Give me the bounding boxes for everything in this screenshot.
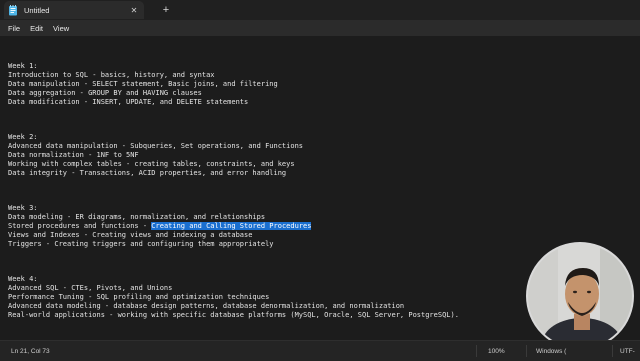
- encoding[interactable]: UTF-: [620, 348, 635, 355]
- editor-line[interactable]: Performance Tuning - SQL profiling and o…: [8, 293, 459, 302]
- editor-line[interactable]: Data integrity - Transactions, ACID prop…: [8, 169, 459, 178]
- editor-line[interactable]: [8, 249, 459, 258]
- line-ending[interactable]: Windows (: [536, 348, 566, 355]
- editor-line[interactable]: [8, 266, 459, 275]
- plus-icon[interactable]: +: [158, 2, 174, 18]
- editor-line[interactable]: [8, 195, 459, 204]
- tab-untitled[interactable]: Untitled ✕: [4, 1, 144, 19]
- editor-line[interactable]: [8, 115, 459, 124]
- editor-line[interactable]: Data modeling - ER diagrams, normalizati…: [8, 213, 459, 222]
- tab-title: Untitled: [24, 5, 50, 15]
- webcam-overlay: [526, 242, 634, 350]
- editor-line[interactable]: [8, 178, 459, 187]
- menu-file[interactable]: File: [3, 21, 25, 35]
- editor-line[interactable]: Advanced data manipulation - Subqueries,…: [8, 142, 459, 151]
- editor-line[interactable]: Views and Indexes - Creating views and i…: [8, 231, 459, 240]
- editor-line[interactable]: Advanced SQL - CTEs, Pivots, and Unions: [8, 284, 459, 293]
- editor-line[interactable]: Working with complex tables - creating t…: [8, 160, 459, 169]
- selected-text[interactable]: Creating and Calling Stored Procedures: [151, 222, 312, 231]
- editor-line[interactable]: Data modification - INSERT, UPDATE, and …: [8, 98, 459, 107]
- status-divider: [612, 345, 613, 357]
- status-divider: [476, 345, 477, 357]
- editor-line[interactable]: Data normalization - 1NF to 5NF: [8, 151, 459, 160]
- editor-line[interactable]: Stored procedures and functions - Creati…: [8, 222, 459, 231]
- editor-line[interactable]: Week 2:: [8, 133, 459, 142]
- menu-edit[interactable]: Edit: [25, 21, 48, 35]
- editor-line[interactable]: Real-world applications - working with s…: [8, 311, 459, 320]
- editor-line[interactable]: Data manipulation - SELECT statement, Ba…: [8, 80, 459, 89]
- editor-line[interactable]: Data aggregation - GROUP BY and HAVING c…: [8, 89, 459, 98]
- status-divider: [526, 345, 527, 357]
- editor-line[interactable]: Advanced data modeling - database design…: [8, 302, 459, 311]
- menu-bar: File Edit View: [0, 20, 640, 36]
- editor-line[interactable]: Week 3:: [8, 204, 459, 213]
- line-text: Stored procedures and functions -: [8, 222, 152, 231]
- title-bar: Untitled ✕ +: [0, 0, 640, 20]
- editor-line[interactable]: Week 4:: [8, 275, 459, 284]
- menu-view[interactable]: View: [48, 21, 74, 35]
- editor-line[interactable]: [8, 124, 459, 133]
- zoom-level[interactable]: 100%: [488, 348, 505, 355]
- cursor-position: Ln 21, Col 73: [11, 348, 50, 355]
- editor-line[interactable]: [8, 258, 459, 267]
- status-bar: Ln 21, Col 73 100% Windows ( UTF-: [0, 340, 640, 361]
- editor-content[interactable]: Week 1: Introduction to SQL - basics, his…: [8, 62, 459, 320]
- notepad-icon: [8, 4, 18, 16]
- editor-line[interactable]: Triggers - Creating triggers and configu…: [8, 240, 459, 249]
- editor-line[interactable]: Week 1:: [8, 62, 459, 71]
- editor-line[interactable]: [8, 186, 459, 195]
- close-icon[interactable]: ✕: [127, 3, 141, 17]
- editor-line[interactable]: [8, 106, 459, 115]
- editor-line[interactable]: Introduction to SQL - basics, history, a…: [8, 71, 459, 80]
